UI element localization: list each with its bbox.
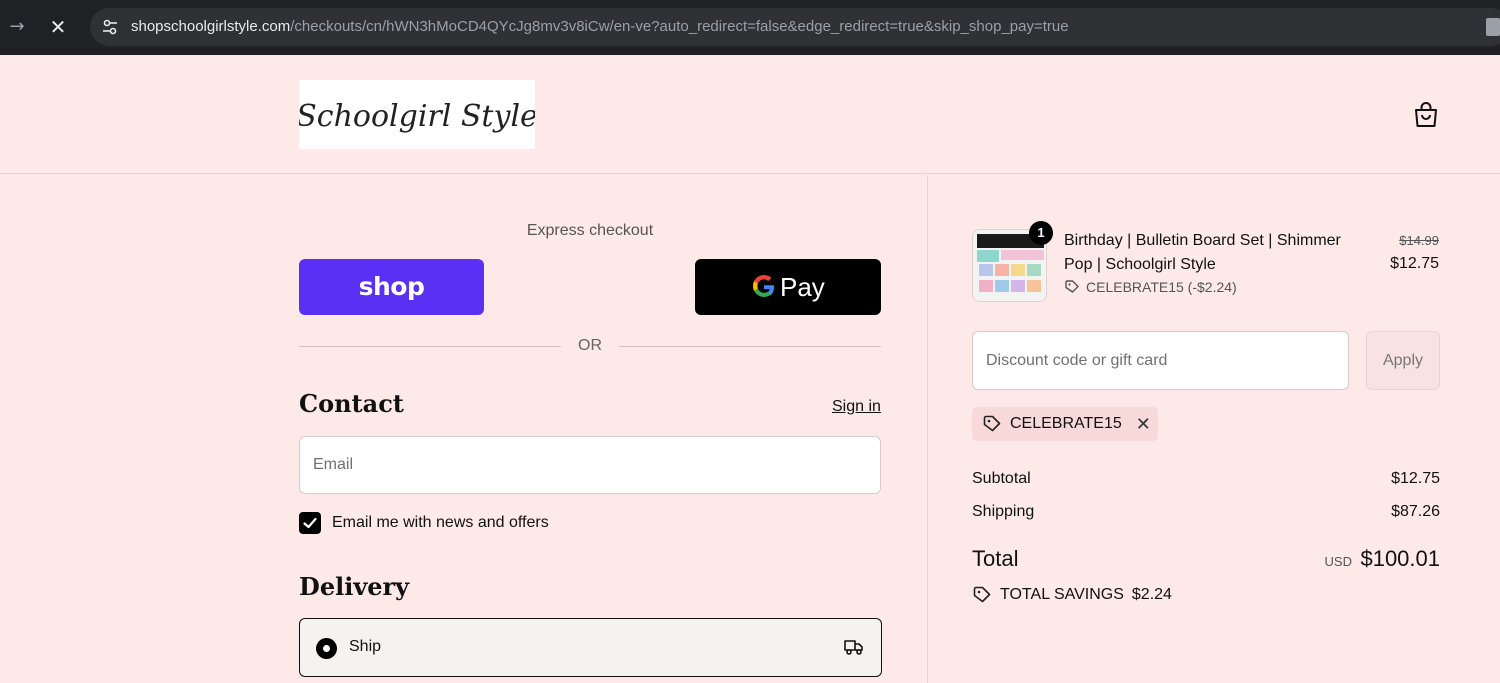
shop-pay-button[interactable]: shop [299, 259, 484, 315]
store-logo[interactable]: Schoolgirl Style [299, 80, 535, 149]
total-savings: TOTAL SAVINGS $2.24 [972, 585, 1172, 605]
column-divider [927, 175, 928, 683]
google-pay-button[interactable]: Pay [695, 259, 881, 315]
shipping-row: Shipping $87.26 [972, 503, 1440, 521]
google-g-icon [753, 275, 774, 297]
or-label: OR [578, 337, 602, 354]
express-checkout-label: Express checkout [526, 222, 654, 239]
extension-icon[interactable] [1486, 18, 1500, 36]
logo-text: Schoolgirl Style [299, 99, 535, 134]
checkmark-icon [303, 517, 317, 529]
subtotal-value: $12.75 [1391, 470, 1440, 487]
shipping-label: Shipping [972, 503, 1035, 520]
savings-label: TOTAL SAVINGS [1000, 586, 1124, 603]
url-path: /checkouts/cn/hWN3hMoCD4QYcJg8mv3v8iCw/e… [290, 18, 1069, 35]
or-line-right [619, 346, 881, 347]
newsletter-checkbox[interactable] [299, 512, 321, 534]
savings-tag-icon [973, 586, 991, 603]
site-settings-icon[interactable] [100, 17, 120, 37]
apply-discount-button[interactable]: Apply [1366, 331, 1440, 390]
applied-code-chip: CELEBRATE15 ✕ [972, 407, 1158, 441]
tag-icon [983, 415, 1001, 432]
shipping-value: $87.26 [1391, 503, 1440, 520]
discount-code-field[interactable] [972, 331, 1349, 390]
ship-radio[interactable] [316, 638, 337, 659]
checkout-header: Schoolgirl Style [0, 55, 1500, 174]
total-currency: USD [1324, 554, 1352, 569]
total-label: Total [972, 546, 1019, 571]
logo-signature: Schoolgirl Style [299, 99, 535, 134]
subtotal-row: Subtotal $12.75 [972, 470, 1440, 488]
quantity-badge: 1 [1029, 221, 1053, 245]
ship-option[interactable]: Ship [299, 618, 882, 677]
line-discount: CELEBRATE15 (-$2.24) [1064, 279, 1237, 295]
total-value: $100.01 [1360, 546, 1440, 571]
newsletter-label[interactable]: Email me with news and offers [332, 514, 549, 532]
browser-toolbar: → ✕ shopschoolgirlstyle.com/checkouts/cn… [0, 0, 1500, 55]
forward-icon[interactable]: → [4, 14, 30, 40]
url-domain: shopschoolgirlstyle.com [131, 18, 291, 35]
url-text: shopschoolgirlstyle.com/checkouts/cn/hWN… [131, 18, 1069, 35]
discounted-price: $12.75 [1390, 255, 1439, 272]
shopping-bag-icon[interactable] [1413, 101, 1439, 129]
gpay-label: Pay [780, 272, 825, 302]
savings-value: $2.24 [1131, 586, 1172, 603]
address-bar[interactable]: shopschoolgirlstyle.com/checkouts/cn/hWN… [90, 8, 1500, 46]
or-separator: OR [299, 336, 881, 356]
applied-code-text: CELEBRATE15 [1010, 415, 1122, 432]
ship-option-label: Ship [349, 638, 382, 655]
product-name: Birthday | Bulletin Board Set | Shimmer … [1064, 232, 1341, 273]
delivery-truck-icon [844, 640, 863, 655]
email-field[interactable] [299, 436, 881, 494]
tag-icon [1065, 280, 1079, 293]
contact-heading: Contact [299, 389, 404, 418]
stop-loading-icon[interactable]: ✕ [45, 14, 71, 40]
line-discount-text: CELEBRATE15 (-$2.24) [1086, 279, 1237, 295]
sign-in-link[interactable]: Sign in [832, 398, 881, 416]
subtotal-label: Subtotal [972, 470, 1031, 487]
remove-code-icon[interactable]: ✕ [1136, 414, 1151, 435]
or-line-left [299, 346, 561, 347]
delivery-heading: Delivery [299, 572, 410, 601]
original-price: $14.99 [1399, 233, 1439, 248]
